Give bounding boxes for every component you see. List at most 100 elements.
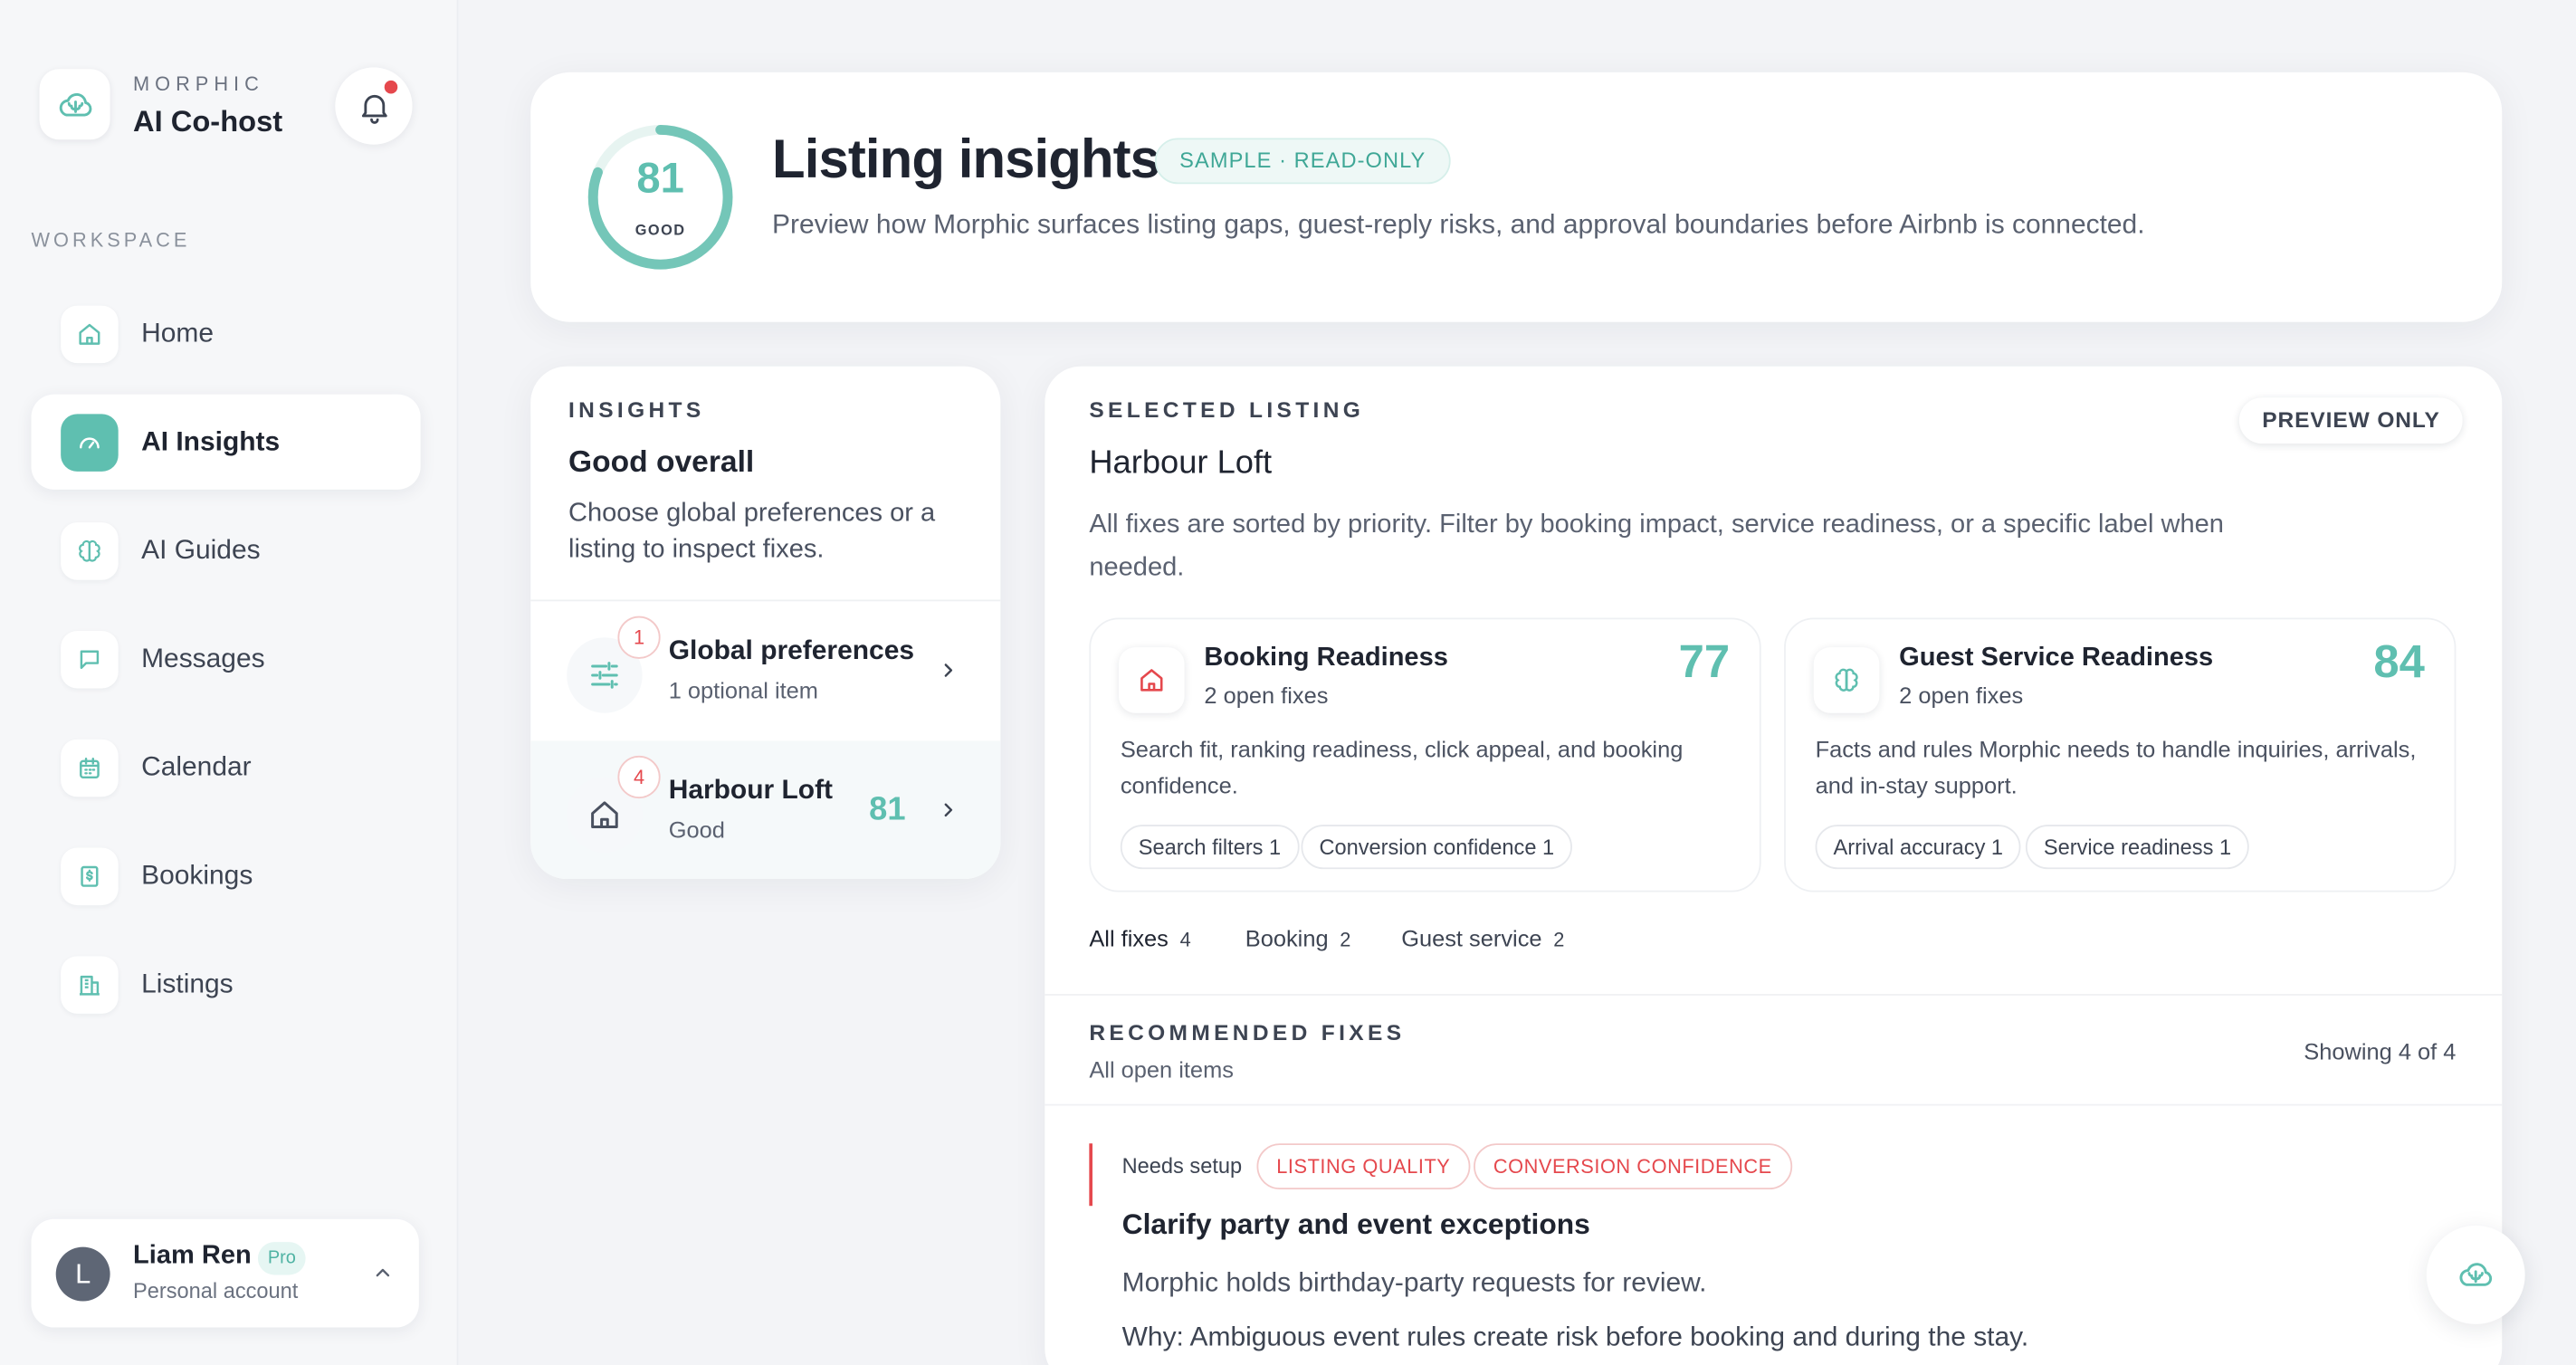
tab-label: Guest service: [1401, 924, 1542, 951]
recommended-fixes-kicker: RECOMMENDED FIXES: [1089, 1020, 1406, 1045]
brain-icon: [75, 537, 103, 565]
overall-score-ring: 81 GOOD: [585, 121, 736, 272]
plan-badge: Pro: [257, 1242, 306, 1275]
row-title: Global preferences: [668, 635, 915, 666]
avatar: L: [55, 1246, 110, 1302]
calendar-icon: [75, 753, 103, 781]
booking-readiness-card[interactable]: Booking Readiness 2 open fixes 77 Search…: [1089, 617, 1761, 892]
page-subtitle: Preview how Morphic surfaces listing gap…: [772, 210, 2145, 240]
user-name: Liam Ren: [133, 1242, 252, 1270]
readiness-subtitle: 2 open fixes: [1204, 682, 1329, 709]
selected-listing-description: All fixes are sorted by priority. Filter…: [1089, 511, 2224, 582]
sliders-icon: [587, 657, 623, 693]
chevron-right-icon: [935, 797, 961, 823]
nav-icon-box: [61, 846, 119, 905]
sidebar-item-home[interactable]: Home: [31, 286, 420, 381]
guest-service-readiness-card[interactable]: Guest Service Readiness 2 open fixes 84 …: [1784, 617, 2457, 892]
sidebar-item-label: AI Insights: [141, 425, 281, 456]
insights-title: Good overall: [568, 444, 755, 479]
brain-icon: [1832, 665, 1862, 695]
app-root: MORPHIC AI Co-host WORKSPACE Home AI Ins…: [0, 0, 2576, 1365]
cloud-brain-icon: [2456, 1255, 2495, 1295]
readiness-description: Facts and rules Morphic needs to handle …: [1815, 736, 2417, 799]
selected-listing-kicker: SELECTED LISTING: [1089, 397, 1365, 423]
sidebar-item-calendar[interactable]: Calendar: [31, 720, 420, 815]
insights-kicker: INSIGHTS: [568, 397, 705, 423]
nav-icon-box: [61, 413, 119, 471]
bell-icon: [356, 88, 392, 124]
nav-icon-box: [61, 304, 119, 363]
chevron-up-icon: [369, 1260, 396, 1286]
brand-logo[interactable]: [39, 69, 110, 140]
divider: [1045, 1103, 2503, 1106]
readiness-score: 84: [2373, 635, 2425, 687]
tab-booking[interactable]: Booking 2: [1245, 925, 1351, 951]
brand-company: MORPHIC: [133, 72, 264, 96]
preview-only-badge: PREVIEW ONLY: [2238, 397, 2464, 444]
gauge-icon: [75, 428, 103, 456]
priority-indicator: [1089, 1143, 1092, 1207]
sample-badge: SAMPLE · READ-ONLY: [1154, 138, 1451, 185]
filter-tag[interactable]: Search filters 1: [1120, 825, 1300, 870]
fix-title[interactable]: Clarify party and event exceptions: [1122, 1208, 1590, 1242]
sidebar-item-ai-guides[interactable]: AI Guides: [31, 502, 420, 597]
fix-category-tag: CONVERSION CONFIDENCE: [1474, 1143, 1792, 1190]
tab-label: Booking: [1245, 924, 1329, 951]
sidebar-item-label: Home: [141, 318, 214, 348]
sidebar-item-label: Messages: [141, 643, 265, 673]
notifications-button[interactable]: [335, 67, 413, 145]
sidebar-item-label: Calendar: [141, 751, 252, 782]
open-items-badge: 4: [617, 755, 661, 799]
selected-listing-title: Harbour Loft: [1089, 444, 1273, 482]
assistant-fab-button[interactable]: [2426, 1225, 2525, 1324]
readiness-icon-box: [1119, 647, 1185, 713]
recommended-fixes-subtitle: All open items: [1089, 1056, 1234, 1083]
fix-status: Needs setup: [1121, 1153, 1243, 1179]
insights-panel: INSIGHTS Good overall Choose global pref…: [530, 366, 1001, 880]
insights-description: Choose global preferences or a listing t…: [568, 499, 936, 564]
chevron-right-icon: [935, 657, 961, 683]
fix-category-tag: LISTING QUALITY: [1256, 1143, 1471, 1190]
filter-tag[interactable]: Conversion confidence 1: [1301, 825, 1573, 870]
fix-reason: Why: Ambiguous event rules create risk b…: [1121, 1322, 2029, 1352]
readiness-title: Booking Readiness: [1204, 644, 1448, 673]
filter-tag[interactable]: Service readiness 1: [2025, 825, 2250, 870]
sidebar-item-listings[interactable]: Listings: [31, 937, 420, 1032]
insight-row-harbour-loft[interactable]: 4 Harbour Loft Good 81: [530, 740, 1001, 880]
overall-score-value: 81: [636, 152, 684, 203]
nav-icon-box: [61, 521, 119, 579]
tab-all-fixes[interactable]: All fixes 4: [1089, 925, 1190, 951]
readiness-subtitle: 2 open fixes: [1899, 682, 2024, 709]
listing-insights-header: 81 GOOD Listing insights SAMPLE · READ-O…: [530, 72, 2503, 322]
tab-count: 2: [1340, 928, 1351, 951]
readiness-description: Search fit, ranking readiness, click app…: [1120, 736, 1684, 799]
overall-score-label: GOOD: [634, 222, 686, 239]
tab-count: 4: [1179, 928, 1191, 951]
home-icon: [1137, 665, 1167, 695]
sidebar-item-ai-insights[interactable]: AI Insights: [31, 394, 421, 490]
row-score: 81: [869, 791, 906, 828]
page-title: Listing insights: [772, 128, 1160, 189]
filter-tag[interactable]: Arrival accuracy 1: [1815, 825, 2022, 870]
row-title: Harbour Loft: [668, 775, 834, 806]
divider: [1045, 994, 2503, 996]
tab-count: 2: [1553, 928, 1565, 951]
sidebar-item-label: AI Guides: [141, 534, 261, 565]
user-account-menu[interactable]: L Liam Ren Pro Personal account: [31, 1218, 419, 1328]
cloud-brain-icon: [55, 84, 95, 124]
sidebar-item-bookings[interactable]: Bookings: [31, 828, 420, 923]
insight-row-global-preferences[interactable]: 1 Global preferences 1 optional item: [530, 601, 1000, 739]
house-icon: [587, 797, 623, 833]
row-subtitle: Good: [668, 816, 725, 844]
tab-guest-service[interactable]: Guest service 2: [1401, 925, 1564, 951]
brand-product-name: AI Co-host: [133, 105, 283, 138]
readiness-title: Guest Service Readiness: [1899, 644, 2214, 673]
tab-label: All fixes: [1089, 924, 1169, 951]
message-icon: [75, 644, 103, 673]
row-subtitle: 1 optional item: [668, 676, 818, 703]
readiness-icon-box: [1813, 647, 1880, 713]
sidebar-item-label: Bookings: [141, 860, 253, 890]
sidebar-item-messages[interactable]: Messages: [31, 611, 420, 706]
workspace-section-label: WORKSPACE: [31, 228, 191, 252]
open-items-badge: 1: [617, 616, 661, 659]
